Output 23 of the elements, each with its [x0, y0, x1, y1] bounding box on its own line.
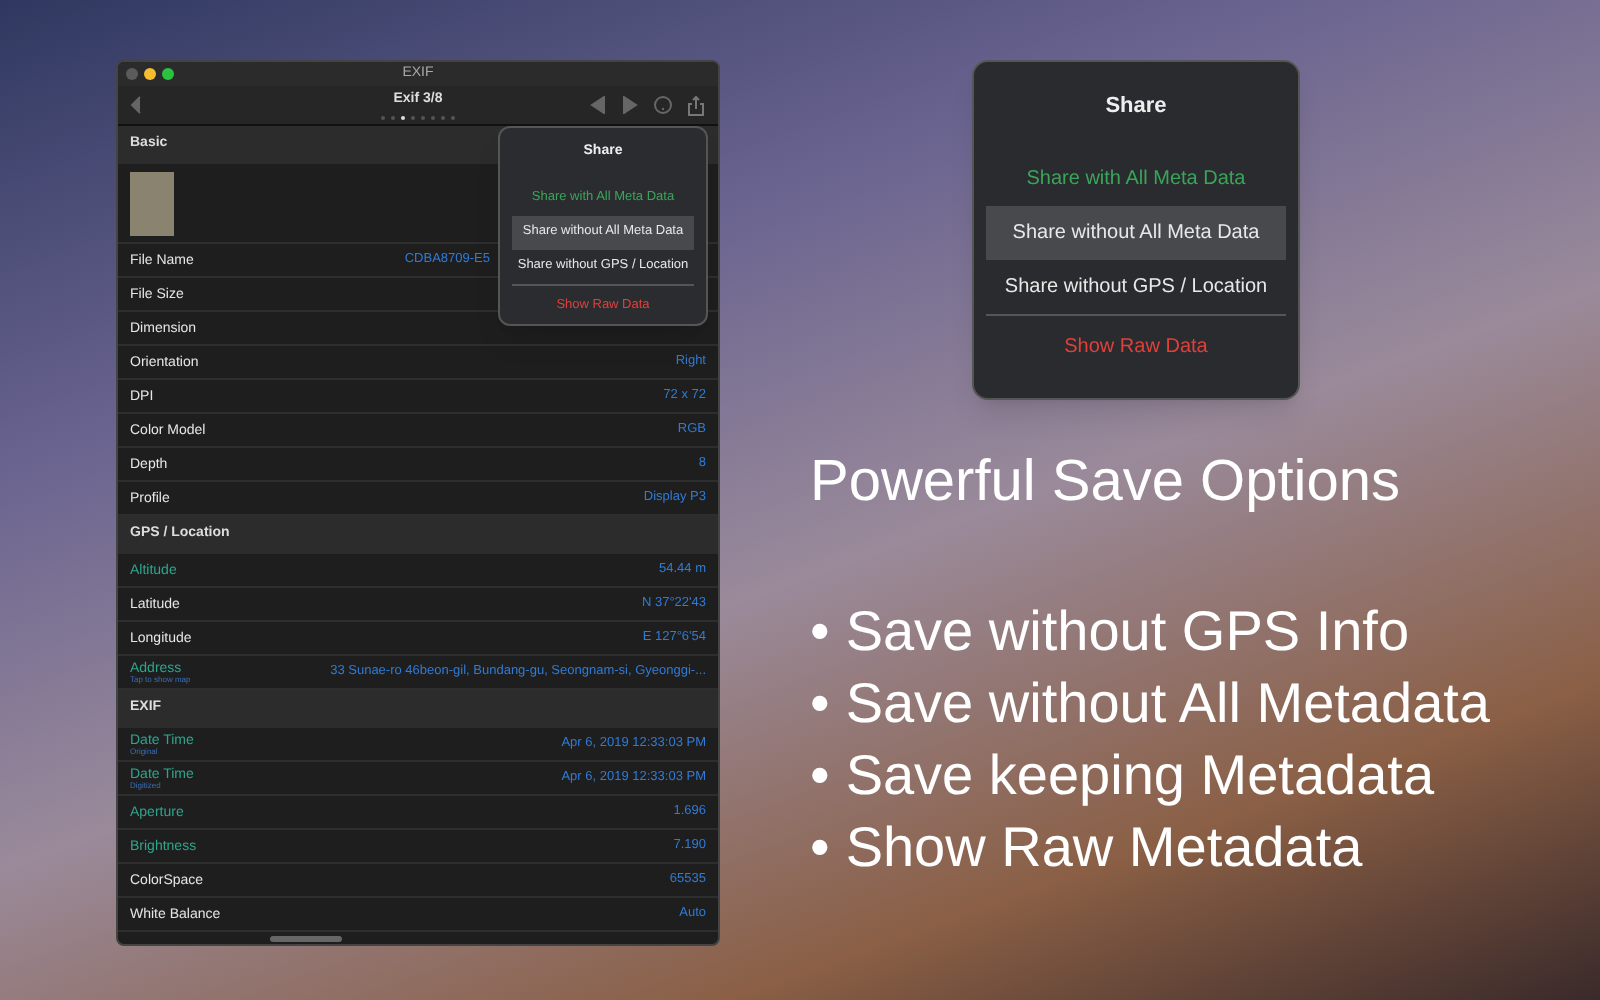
bullet-text: Save without GPS Info [845, 597, 1410, 665]
previous-icon[interactable] [590, 96, 606, 114]
bullet-marker: • [810, 597, 830, 665]
menu-item[interactable]: Share without All Meta Data [986, 205, 1286, 259]
scroll-indicator [270, 936, 342, 942]
next-icon[interactable] [622, 96, 638, 114]
popover-title: Share [1105, 92, 1167, 122]
headline: Powerful Save Options [810, 448, 1402, 518]
help-icon[interactable] [654, 96, 672, 114]
share-icon[interactable] [688, 95, 704, 115]
back-icon[interactable] [128, 96, 144, 114]
menu-item[interactable]: Share without GPS / Location [986, 259, 1286, 313]
bullet-marker: • [810, 669, 830, 737]
bullet-marker: • [810, 741, 830, 809]
bullet-text: Show Raw Metadata [845, 813, 1363, 881]
bullet-text: Save without All Metadata [845, 669, 1491, 737]
photo-placeholder [130, 171, 174, 235]
zoom-button[interactable] [162, 68, 174, 80]
bullet-text: Save keeping Metadata [845, 741, 1435, 810]
minimize-button[interactable] [144, 68, 156, 80]
bullet-marker: • [810, 813, 830, 881]
close-button[interactable] [126, 68, 138, 80]
menu-item[interactable]: Share with All Meta Data [986, 151, 1286, 205]
